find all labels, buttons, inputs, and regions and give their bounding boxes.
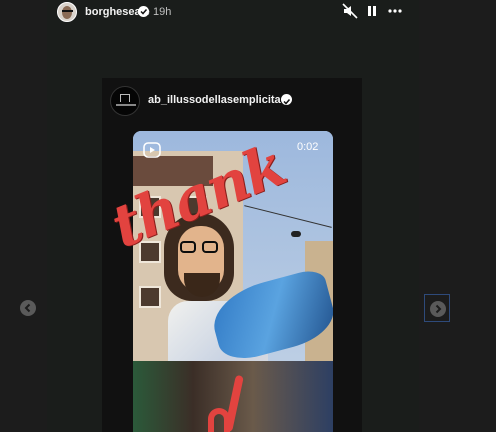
more-options-button[interactable] — [387, 3, 403, 19]
mute-button[interactable] — [342, 3, 358, 19]
story-frame: borgheseale 19h ab_illussodellasemplicit… — [47, 0, 419, 432]
chevron-left-icon — [24, 303, 31, 313]
shared-post-username[interactable]: ab_illussodellasemplicita — [148, 94, 281, 106]
avatar[interactable] — [57, 2, 77, 22]
shared-post-avatar[interactable] — [110, 86, 140, 116]
next-story-button[interactable] — [424, 294, 450, 322]
sticker-stroke — [208, 408, 230, 432]
pause-button[interactable] — [364, 3, 380, 19]
video-timestamp: 0:02 — [297, 141, 319, 153]
story-header: borgheseale 19h — [47, 0, 419, 26]
verified-icon — [281, 94, 292, 105]
previous-story-button[interactable] — [20, 300, 36, 316]
verified-icon — [138, 6, 149, 17]
reel-icon — [143, 141, 161, 159]
chevron-right-icon — [435, 304, 442, 314]
story-viewer: borgheseale 19h ab_illussodellasemplicit… — [0, 0, 496, 432]
more-icon — [388, 9, 402, 13]
story-timestamp: 19h — [153, 6, 172, 18]
pause-icon — [368, 6, 376, 16]
speaker-muted-icon — [342, 3, 358, 19]
